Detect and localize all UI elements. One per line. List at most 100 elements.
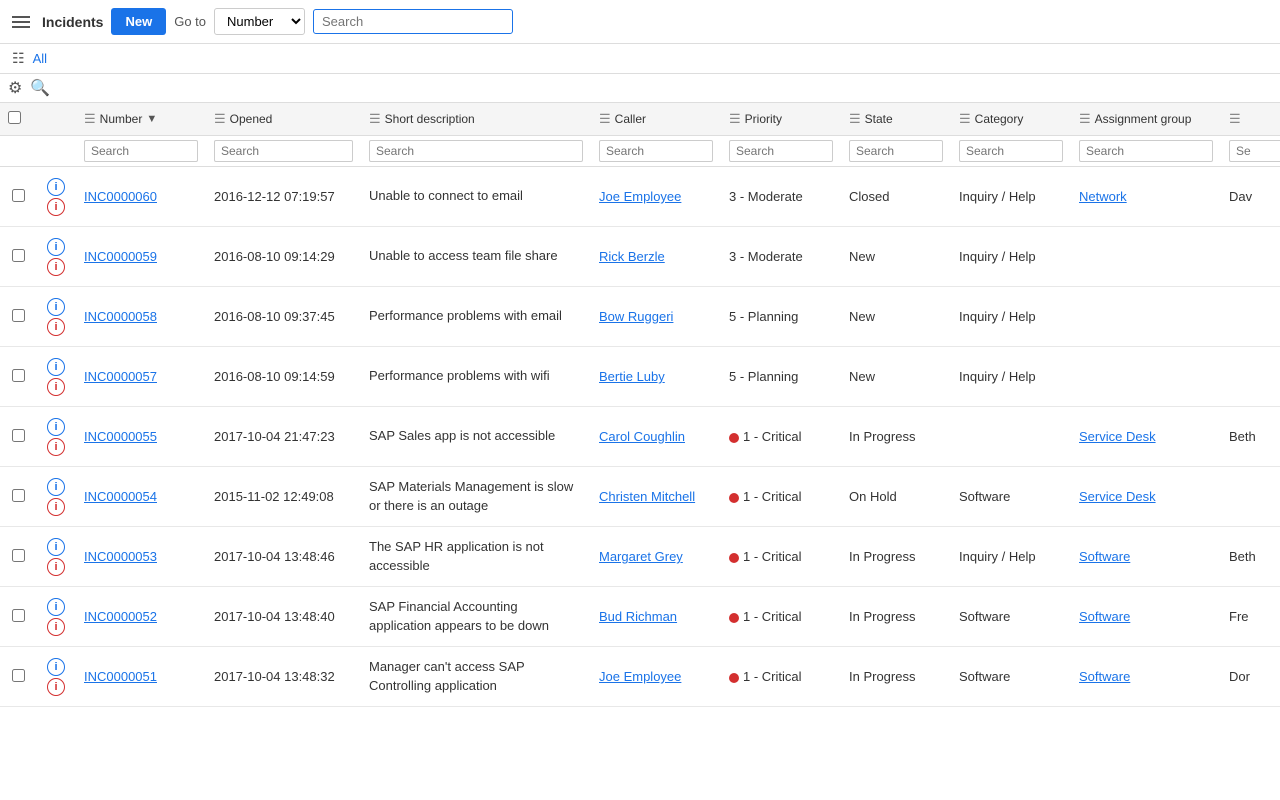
row-checkbox[interactable] (12, 669, 25, 682)
row-number[interactable]: INC0000053 (76, 543, 206, 570)
incident-number-link[interactable]: INC0000058 (84, 309, 157, 324)
row-checkbox-cell[interactable] (0, 421, 36, 453)
search-opened-input[interactable] (214, 140, 353, 162)
row-assignment[interactable] (1071, 371, 1221, 383)
goto-select[interactable]: Number Caller Category (214, 8, 305, 35)
row-caller[interactable]: Margaret Grey (591, 543, 721, 570)
col-header-opened[interactable]: ☰ Opened (206, 105, 361, 133)
col-header-priority[interactable]: ☰ Priority (721, 105, 841, 133)
all-filter-link[interactable]: All (33, 51, 47, 66)
caller-link[interactable]: Joe Employee (599, 669, 681, 684)
search-shortdesc-input[interactable] (369, 140, 583, 162)
info-icon-blue[interactable]: i (47, 298, 65, 316)
assignment-link[interactable]: Software (1079, 669, 1130, 684)
row-checkbox-cell[interactable] (0, 361, 36, 393)
row-checkbox[interactable] (12, 369, 25, 382)
row-assignment[interactable]: Software (1071, 603, 1221, 630)
assignment-link[interactable]: Service Desk (1079, 489, 1156, 504)
row-number[interactable]: INC0000058 (76, 303, 206, 330)
row-caller[interactable]: Christen Mitchell (591, 483, 721, 510)
filter-icon[interactable]: ☷ (12, 50, 25, 67)
incident-number-link[interactable]: INC0000053 (84, 549, 157, 564)
info-icon-blue[interactable]: i (47, 418, 65, 436)
select-all-check[interactable] (0, 103, 36, 135)
row-checkbox-cell[interactable] (0, 181, 36, 213)
col-header-assignment[interactable]: ☰ Assignment group (1071, 105, 1221, 133)
caller-link[interactable]: Bow Ruggeri (599, 309, 673, 324)
row-checkbox[interactable] (12, 489, 25, 502)
info-icon-red[interactable]: i (47, 558, 65, 576)
info-icon-red[interactable]: i (47, 618, 65, 636)
row-caller[interactable]: Bud Richman (591, 603, 721, 630)
info-icon-blue[interactable]: i (47, 358, 65, 376)
caller-link[interactable]: Carol Coughlin (599, 429, 685, 444)
search-caller-input[interactable] (599, 140, 713, 162)
caller-link[interactable]: Bud Richman (599, 609, 677, 624)
col-header-number[interactable]: ☰ Number ▼ (76, 105, 206, 133)
col-header-caller[interactable]: ☰ Caller (591, 105, 721, 133)
caller-link[interactable]: Joe Employee (599, 189, 681, 204)
select-all-checkbox[interactable] (8, 111, 21, 124)
row-checkbox[interactable] (12, 309, 25, 322)
col-header-category[interactable]: ☰ Category (951, 105, 1071, 133)
assignment-link[interactable]: Service Desk (1079, 429, 1156, 444)
row-checkbox[interactable] (12, 189, 25, 202)
incident-number-link[interactable]: INC0000059 (84, 249, 157, 264)
info-icon-blue[interactable]: i (47, 238, 65, 256)
info-icon-red[interactable]: i (47, 498, 65, 516)
caller-link[interactable]: Christen Mitchell (599, 489, 695, 504)
info-icon-blue[interactable]: i (47, 658, 65, 676)
caller-link[interactable]: Margaret Grey (599, 549, 683, 564)
assignment-link[interactable]: Software (1079, 549, 1130, 564)
row-checkbox-cell[interactable] (0, 601, 36, 633)
caller-link[interactable]: Rick Berzle (599, 249, 665, 264)
row-number[interactable]: INC0000057 (76, 363, 206, 390)
row-number[interactable]: INC0000059 (76, 243, 206, 270)
search-priority-input[interactable] (729, 140, 833, 162)
search-extra-input[interactable] (1229, 140, 1280, 162)
info-icon-red[interactable]: i (47, 258, 65, 276)
info-icon-red[interactable]: i (47, 198, 65, 216)
row-checkbox-cell[interactable] (0, 241, 36, 273)
incident-number-link[interactable]: INC0000054 (84, 489, 157, 504)
row-caller[interactable]: Carol Coughlin (591, 423, 721, 450)
row-checkbox-cell[interactable] (0, 541, 36, 573)
search-input-top[interactable] (313, 9, 513, 34)
row-caller[interactable]: Joe Employee (591, 663, 721, 690)
search-icon[interactable]: 🔍 (30, 78, 50, 98)
row-number[interactable]: INC0000051 (76, 663, 206, 690)
info-icon-red[interactable]: i (47, 678, 65, 696)
row-assignment[interactable]: Service Desk (1071, 423, 1221, 450)
search-number-input[interactable] (84, 140, 198, 162)
row-checkbox[interactable] (12, 429, 25, 442)
assignment-link[interactable]: Network (1079, 189, 1127, 204)
info-icon-red[interactable]: i (47, 438, 65, 456)
info-icon-red[interactable]: i (47, 318, 65, 336)
gear-icon[interactable]: ⚙ (8, 78, 22, 98)
info-icon-blue[interactable]: i (47, 178, 65, 196)
row-number[interactable]: INC0000054 (76, 483, 206, 510)
row-checkbox-cell[interactable] (0, 301, 36, 333)
incident-number-link[interactable]: INC0000057 (84, 369, 157, 384)
row-assignment[interactable] (1071, 311, 1221, 323)
new-button[interactable]: New (111, 8, 166, 35)
row-assignment[interactable]: Software (1071, 663, 1221, 690)
row-caller[interactable]: Bow Ruggeri (591, 303, 721, 330)
assignment-link[interactable]: Software (1079, 609, 1130, 624)
incident-number-link[interactable]: INC0000052 (84, 609, 157, 624)
row-checkbox[interactable] (12, 249, 25, 262)
info-icon-blue[interactable]: i (47, 538, 65, 556)
row-checkbox-cell[interactable] (0, 661, 36, 693)
row-caller[interactable]: Rick Berzle (591, 243, 721, 270)
row-number[interactable]: INC0000060 (76, 183, 206, 210)
incident-number-link[interactable]: INC0000060 (84, 189, 157, 204)
col-header-extra[interactable]: ☰ (1221, 105, 1280, 133)
caller-link[interactable]: Bertie Luby (599, 369, 665, 384)
info-icon-blue[interactable]: i (47, 478, 65, 496)
row-assignment[interactable]: Service Desk (1071, 483, 1221, 510)
info-icon-blue[interactable]: i (47, 598, 65, 616)
search-category-input[interactable] (959, 140, 1063, 162)
hamburger-button[interactable] (8, 12, 34, 32)
row-checkbox[interactable] (12, 549, 25, 562)
row-checkbox[interactable] (12, 609, 25, 622)
